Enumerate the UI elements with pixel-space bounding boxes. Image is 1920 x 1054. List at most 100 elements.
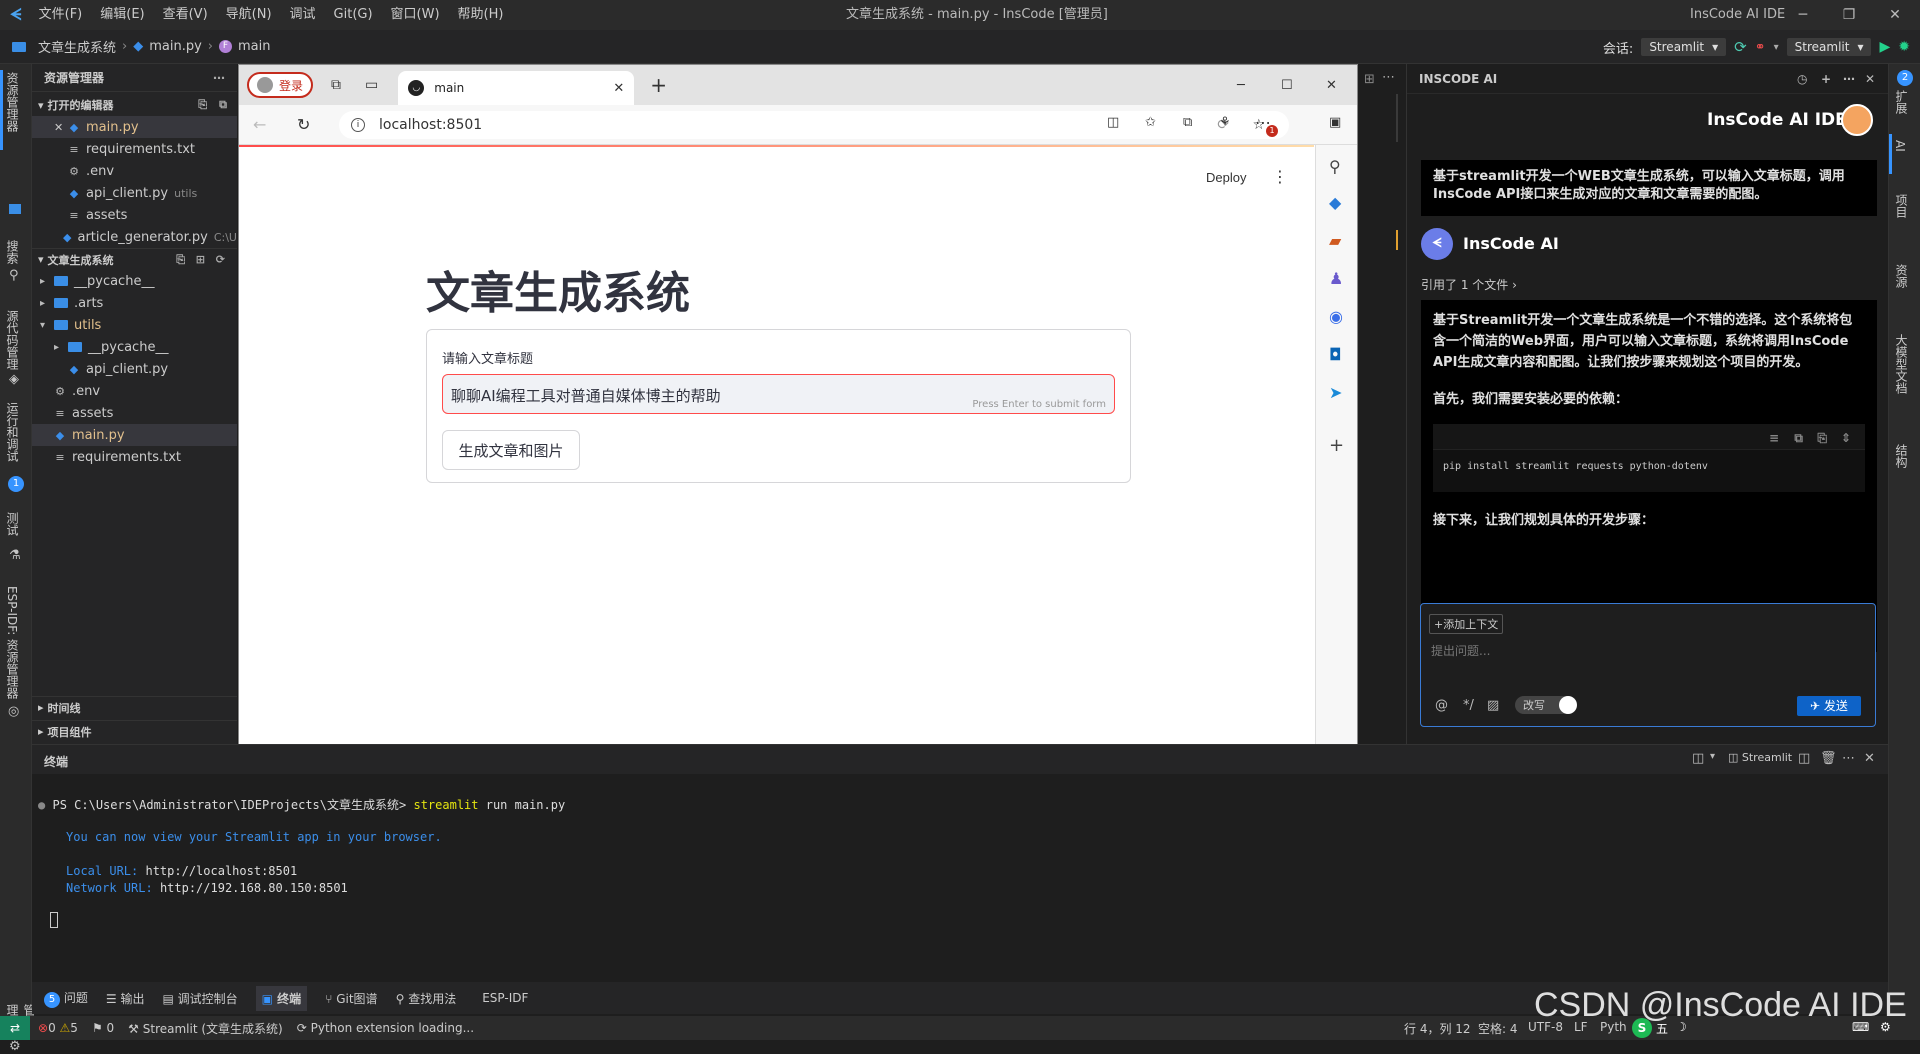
- new-tab-icon[interactable]: +: [650, 73, 667, 97]
- extension-icon[interactable]: ⚘: [1219, 115, 1231, 130]
- activity-project[interactable]: 项目: [1893, 194, 1910, 218]
- split-terminal-icon[interactable]: ◫: [1692, 751, 1704, 766]
- tree-folder[interactable]: ▸ __pycache__: [32, 270, 237, 292]
- back-icon[interactable]: ←: [253, 115, 266, 134]
- remote-icon[interactable]: ⇄: [0, 1016, 30, 1040]
- send-button[interactable]: ✈ 发送: [1797, 696, 1861, 716]
- login-button[interactable]: 登录: [247, 72, 314, 98]
- activity-run-debug[interactable]: 运行和调试: [4, 402, 21, 462]
- workspaces-icon[interactable]: ⧉: [331, 77, 341, 93]
- history-icon[interactable]: ◷: [1797, 72, 1807, 86]
- favorites-icon[interactable]: ✩: [1145, 115, 1156, 130]
- submit-button[interactable]: 生成文章和图片: [442, 430, 580, 470]
- tab-output[interactable]: ☰ 输出: [106, 990, 145, 1007]
- tab-debug-console[interactable]: ▤ 调试控制台: [162, 990, 237, 1007]
- more-actions-icon[interactable]: ⋯: [1843, 72, 1855, 86]
- tree-file[interactable]: ≡ requirements.txt: [32, 446, 237, 468]
- open-editors-header[interactable]: ▾ 打开的编辑器 ⎘ ⧉: [32, 94, 237, 116]
- activity-ai[interactable]: AI: [1893, 140, 1907, 152]
- tab-git-graph[interactable]: ⑂ Git图谱: [325, 990, 377, 1007]
- activity-source-control[interactable]: 源代码管理: [4, 310, 21, 370]
- menu-item[interactable]: 查看(V): [154, 0, 217, 30]
- restore-icon[interactable]: ❐: [1826, 0, 1872, 30]
- ports-status[interactable]: ⚑ 0: [92, 1021, 114, 1035]
- close-window-icon[interactable]: ✕: [1872, 0, 1918, 30]
- maximize-icon[interactable]: ☐: [1281, 78, 1293, 93]
- tree-folder[interactable]: ▸ .arts: [32, 292, 237, 314]
- menu-item[interactable]: 导航(N): [217, 0, 281, 30]
- image-icon[interactable]: ▨: [1487, 698, 1499, 713]
- menu-item[interactable]: 文件(F): [30, 0, 92, 30]
- timeline-header[interactable]: ▸ 时间线: [32, 696, 237, 718]
- run-icon[interactable]: ▶: [1879, 39, 1890, 55]
- caret-down-icon[interactable]: ▾: [1710, 751, 1715, 762]
- browser-tab-main[interactable]: ◡ main ✕: [398, 71, 635, 105]
- open-editor-item[interactable]: ◆ article_generator.py C:\U: [32, 226, 237, 248]
- mention-icon[interactable]: @: [1435, 698, 1448, 713]
- new-chat-icon[interactable]: +: [1821, 72, 1831, 86]
- outlook-icon[interactable]: ◘: [1329, 345, 1342, 364]
- tree-file[interactable]: ◆ api_client.py: [32, 358, 237, 380]
- refresh-icon[interactable]: ⟳: [216, 253, 225, 266]
- tab-terminal[interactable]: ▣ 终端: [255, 985, 308, 1011]
- breadcrumb-file[interactable]: main.py: [149, 39, 202, 54]
- menu-item[interactable]: 编辑(E): [91, 0, 153, 30]
- collapse-icon[interactable]: ⇕: [1841, 428, 1851, 449]
- cursor-position[interactable]: 行 4，列 12: [1404, 1020, 1471, 1037]
- minimize-icon[interactable]: ─: [1780, 0, 1826, 30]
- activity-structure[interactable]: 结构: [1893, 444, 1910, 468]
- refresh-session-icon[interactable]: ⟳: [1734, 38, 1747, 56]
- minimize-icon[interactable]: ─: [1237, 78, 1245, 93]
- menu-item[interactable]: 帮助(H): [449, 0, 513, 30]
- main-menu-icon[interactable]: ⋮: [1272, 167, 1288, 186]
- close-panel-icon[interactable]: ✕: [1864, 751, 1875, 766]
- indentation[interactable]: 空格: 4: [1478, 1020, 1518, 1037]
- referenced-files-link[interactable]: 引用了 1 个文件 ›: [1421, 276, 1517, 293]
- activity-extensions[interactable]: 扩展: [1893, 90, 1910, 114]
- new-file-icon[interactable]: ⎘: [176, 253, 185, 267]
- new-folder-icon[interactable]: ⊞: [196, 253, 205, 266]
- tree-folder[interactable]: ▾ utils: [32, 314, 237, 336]
- close-icon[interactable]: ✕: [54, 121, 68, 134]
- save-all-icon[interactable]: ⧉: [219, 98, 227, 112]
- toolbox-icon[interactable]: ▰: [1329, 231, 1341, 250]
- copy-icon[interactable]: ⧉: [1794, 428, 1803, 449]
- new-file-icon[interactable]: ⎘: [1817, 428, 1827, 449]
- session-select[interactable]: Streamlit ▾: [1641, 38, 1727, 56]
- more-actions-icon[interactable]: ⋯: [213, 71, 225, 85]
- debug-icon[interactable]: ✹: [1898, 39, 1910, 55]
- send-icon[interactable]: ➤: [1329, 383, 1342, 402]
- copilot-icon[interactable]: ◉: [1329, 307, 1343, 326]
- terminal-instance[interactable]: ◫ Streamlit: [1728, 751, 1792, 764]
- split-editor-icon[interactable]: ⊞: [1364, 72, 1375, 87]
- problems-status[interactable]: ⊗0 ⚠5: [38, 1021, 78, 1035]
- open-editor-item[interactable]: ⚙ .env: [32, 160, 237, 182]
- menu-item[interactable]: 窗口(W): [382, 0, 449, 30]
- tag-icon[interactable]: ◆: [1329, 193, 1341, 212]
- sidebar-toggle-icon[interactable]: ▣: [1329, 115, 1341, 130]
- add-icon[interactable]: +: [1329, 435, 1344, 456]
- breadcrumb-symbol[interactable]: main: [238, 39, 270, 54]
- activity-resources[interactable]: 资源: [1893, 264, 1910, 288]
- project-header[interactable]: ▾ 文章生成系统 ⎘ ⊞ ⟳: [32, 248, 237, 270]
- terminal[interactable]: ● PS C:\Users\Administrator\IDEProjects\…: [32, 774, 1888, 982]
- split-icon[interactable]: ◫: [1798, 751, 1810, 766]
- tree-file[interactable]: ⚙ .env: [32, 380, 237, 402]
- close-tab-icon[interactable]: ✕: [613, 81, 624, 96]
- tab-problems[interactable]: 5 问题: [44, 989, 88, 1008]
- debug-attach-icon[interactable]: ⚭: [1755, 40, 1766, 55]
- activity-explorer[interactable]: 资源管理器: [4, 72, 21, 132]
- activity-esp-idf[interactable]: ESP-IDF: 资源管理器: [4, 586, 21, 699]
- tree-folder[interactable]: ▸ __pycache__: [32, 336, 237, 358]
- menu-item[interactable]: Git(G): [325, 0, 382, 30]
- activity-search[interactable]: 搜索: [4, 240, 21, 264]
- open-editor-item[interactable]: ◆ api_client.py utils: [32, 182, 237, 204]
- split-screen-icon[interactable]: ◫: [1107, 115, 1119, 130]
- add-context-button[interactable]: +添加上下文: [1429, 614, 1504, 634]
- ai-chat-input[interactable]: +添加上下文 提出问题... @ */ ▨ 改写 ✈ 发送: [1420, 603, 1876, 727]
- open-editor-item[interactable]: ≡ requirements.txt: [32, 138, 237, 160]
- title-input[interactable]: 聊聊AI编程工具对普通自媒体博主的帮助 Press Enter to submi…: [442, 374, 1115, 414]
- new-file-icon[interactable]: ⎘: [198, 98, 207, 112]
- menu-item[interactable]: 调试: [281, 0, 325, 30]
- breadcrumb-project[interactable]: 文章生成系统: [38, 37, 116, 56]
